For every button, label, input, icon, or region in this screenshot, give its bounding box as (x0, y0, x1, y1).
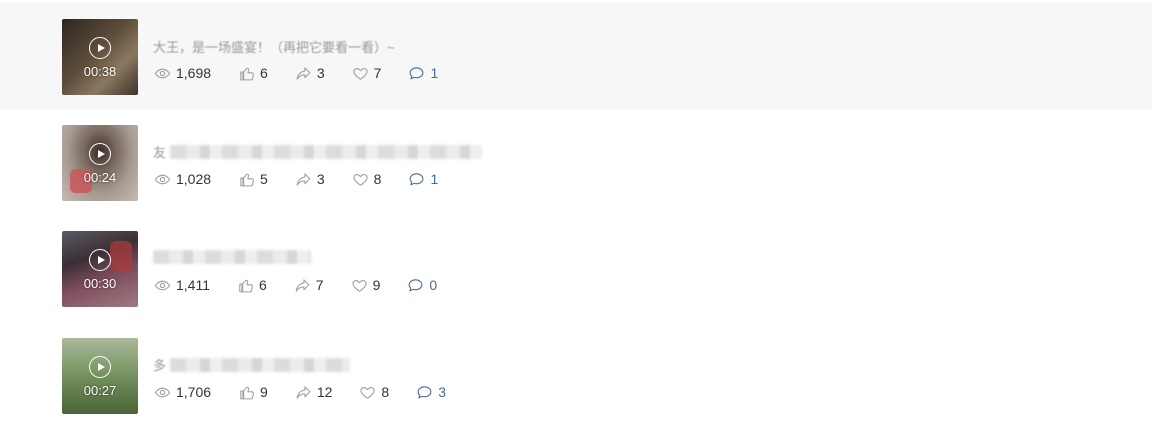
comments-count: 0 (429, 277, 438, 293)
thumbs-up-icon (239, 279, 253, 292)
comments-stat[interactable]: 1 (408, 65, 438, 82)
play-icon[interactable] (89, 143, 111, 165)
heart-icon (353, 173, 368, 186)
video-thumbnail[interactable]: 00:27 (62, 338, 138, 414)
likes-count: 6 (260, 65, 268, 81)
likes-count: 5 (260, 171, 268, 187)
likes-stat[interactable]: 6 (237, 277, 267, 294)
thumbs-up-icon (240, 173, 254, 186)
thumbs-up-icon (240, 386, 254, 399)
share-icon (296, 385, 311, 399)
share-icon (295, 278, 310, 292)
comments-stat[interactable]: 1 (408, 171, 438, 188)
video-duration: 00:38 (83, 64, 117, 79)
blurred-title-text (169, 144, 482, 159)
video-duration: 00:30 (83, 276, 117, 291)
comments-count: 3 (438, 384, 447, 400)
blurred-title-text (153, 250, 311, 265)
heart-icon (353, 67, 368, 80)
favorites-count: 7 (373, 65, 382, 81)
views-count: 1,411 (176, 277, 210, 293)
favorites-stat[interactable]: 8 (352, 171, 382, 188)
video-duration: 00:24 (83, 170, 117, 185)
shares-stat[interactable]: 7 (294, 277, 324, 294)
favorites-stat[interactable]: 7 (352, 65, 382, 82)
video-thumbnail[interactable]: 00:24 (62, 125, 138, 201)
comment-icon (408, 278, 423, 291)
share-icon (296, 172, 311, 186)
heart-icon (352, 279, 367, 292)
video-item[interactable]: 00:38 大王，是一场盛宴！（再把它要看一看）~ 1,698 6 3 7 1 (0, 3, 1152, 109)
video-title[interactable] (153, 248, 311, 266)
blurred-title-text (169, 357, 350, 372)
video-thumbnail[interactable]: 00:30 (62, 231, 138, 307)
comment-icon (417, 385, 432, 398)
video-stats: 1,411 6 7 9 0 (154, 276, 464, 294)
video-thumbnail[interactable]: 00:38 (62, 19, 138, 95)
video-list: 00:38 大王，是一场盛宴！（再把它要看一看）~ 1,698 6 3 7 1 … (0, 0, 1152, 447)
comments-count: 1 (430, 171, 439, 187)
video-item[interactable]: 00:24 友 1,028 5 3 8 1 (0, 109, 1152, 215)
video-duration: 00:27 (83, 383, 117, 398)
comments-count: 1 (430, 65, 439, 81)
likes-count: 9 (260, 384, 268, 400)
play-icon[interactable] (89, 356, 111, 378)
comments-stat[interactable]: 0 (407, 277, 437, 294)
shares-count: 7 (315, 277, 324, 293)
views-count: 1,698 (176, 65, 212, 81)
thumbnail-object (110, 241, 132, 271)
shares-count: 12 (316, 384, 333, 400)
views-stat: 1,706 (154, 384, 211, 401)
eye-icon (154, 280, 171, 290)
favorites-count: 8 (373, 171, 382, 187)
comments-stat[interactable]: 3 (416, 384, 446, 401)
share-icon (296, 66, 311, 80)
shares-stat[interactable]: 12 (295, 384, 333, 401)
shares-stat[interactable]: 3 (295, 65, 325, 82)
likes-stat[interactable]: 9 (238, 384, 268, 401)
favorites-count: 9 (372, 277, 381, 293)
video-title[interactable]: 大王，是一场盛宴！（再把它要看一看）~ (153, 37, 395, 55)
video-title-text: 友 (153, 145, 167, 160)
video-stats: 1,706 9 12 8 3 (154, 383, 473, 401)
favorites-count: 8 (381, 384, 390, 400)
thumbs-up-icon (240, 67, 254, 80)
views-count: 1,028 (176, 171, 212, 187)
eye-icon (154, 68, 171, 78)
shares-count: 3 (316, 171, 325, 187)
eye-icon (154, 174, 171, 184)
likes-stat[interactable]: 5 (238, 171, 268, 188)
favorites-stat[interactable]: 8 (359, 384, 389, 401)
video-item[interactable]: 00:30 1,411 6 7 9 0 (0, 215, 1152, 321)
likes-count: 6 (259, 277, 267, 293)
play-icon[interactable] (89, 37, 111, 59)
video-stats: 1,028 5 3 8 1 (154, 170, 465, 188)
video-item[interactable]: 00:27 多 1,706 9 12 8 3 (0, 322, 1152, 428)
video-stats: 1,698 6 3 7 1 (154, 64, 465, 82)
shares-count: 3 (316, 65, 325, 81)
eye-icon (154, 387, 171, 397)
views-count: 1,706 (176, 384, 212, 400)
favorites-stat[interactable]: 9 (351, 277, 381, 294)
play-icon[interactable] (89, 249, 111, 271)
views-stat: 1,698 (154, 65, 211, 82)
comment-icon (410, 172, 424, 185)
video-title-text: 大王，是一场盛宴！（再把它要看一看）~ (153, 40, 395, 55)
likes-stat[interactable]: 6 (238, 65, 268, 82)
video-title[interactable]: 友 (153, 142, 482, 160)
views-stat: 1,411 (154, 277, 210, 294)
video-title-text: 多 (153, 358, 167, 373)
views-stat: 1,028 (154, 171, 211, 188)
shares-stat[interactable]: 3 (295, 171, 325, 188)
heart-icon (360, 386, 375, 399)
comment-icon (410, 66, 424, 79)
video-title[interactable]: 多 (153, 355, 350, 373)
